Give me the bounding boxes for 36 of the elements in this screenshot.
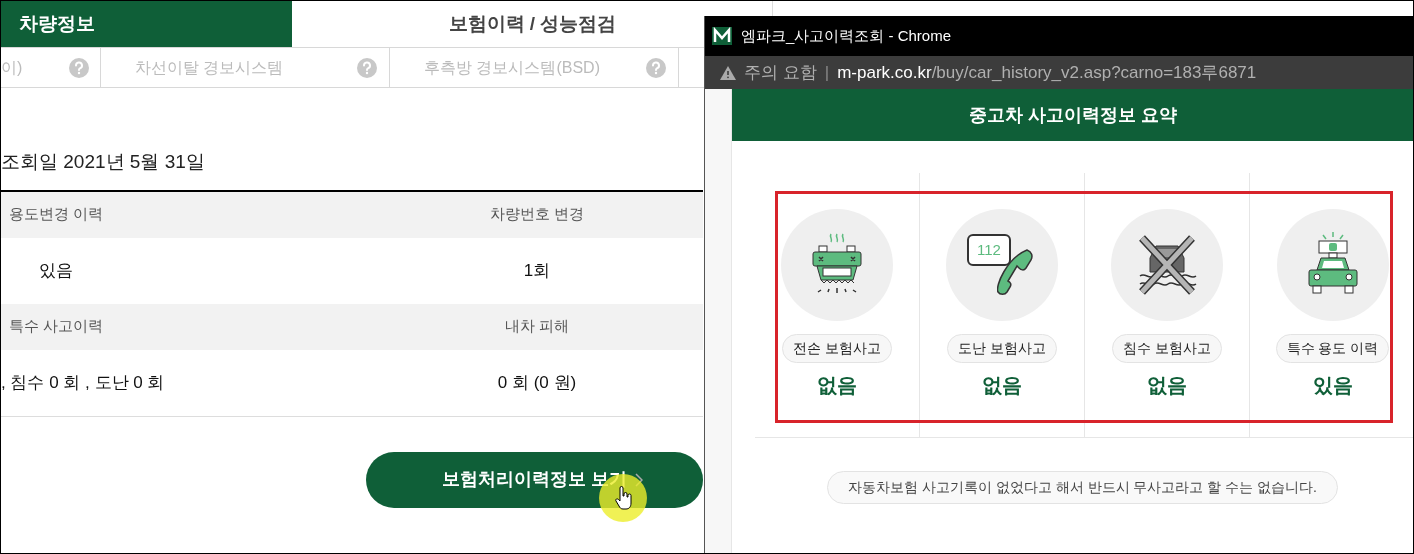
separator: | (824, 61, 830, 84)
help-icon[interactable] (69, 57, 89, 78)
column-header: 특수 사고이력 (9, 317, 104, 335)
category-label: 특수 용도 이력 (1275, 334, 1390, 363)
status-value: 없음 (1147, 373, 1187, 398)
feature-label: 이) (1, 57, 23, 78)
category-label: 침수 보험사고 (1112, 334, 1222, 363)
app-logo-icon (712, 27, 732, 45)
status-value: 없음 (982, 373, 1022, 398)
speech-bubble: 112 (967, 234, 1011, 266)
column-header: 용도변경 이력 (9, 205, 104, 223)
status-value: 있음 (1312, 373, 1353, 398)
help-icon[interactable] (646, 57, 666, 78)
table-cell: 1회 (523, 260, 551, 280)
notice-text: 자동차보험 사고기록이 없었다고 해서 반드시 무사고라고 할 수는 없습니다. (827, 471, 1338, 504)
security-status[interactable]: 주의 요함 (744, 59, 817, 86)
warning-icon (720, 65, 736, 80)
feature-label: 후측방 경보시스템(BSD) (424, 57, 600, 78)
column-header: 차량번호 변경 (489, 205, 585, 223)
table-cell: , 침수 0 회 , 도난 0 회 (1, 372, 165, 392)
status-value: 없음 (817, 373, 857, 398)
table-cell: 0 회 (0 원) (497, 372, 577, 392)
window-title: 엠파크_사고이력조회 - Chrome (741, 25, 952, 46)
hand-cursor-icon (615, 486, 633, 510)
crossed-car-icon (1136, 234, 1198, 296)
table-cell: 있음 (39, 260, 73, 280)
help-icon[interactable] (357, 57, 377, 78)
tab[interactable]: 차량정보 (1, 1, 292, 47)
url-text[interactable]: m-park.co.kr/buy/car_history_v2.asp?carno=183루6871 (837, 59, 1257, 86)
lookup-date: 조회일 2021년 5월 31일 (1, 150, 205, 174)
column-header: 내차 피해 (504, 317, 570, 335)
feature-label: 차선이탈 경보시스템 (135, 57, 284, 78)
category-label: 전손 보험사고 (782, 334, 892, 363)
view-history-button[interactable]: 보험처리이력정보 보기 (366, 451, 703, 508)
category-label: 도난 보험사고 (947, 334, 1057, 363)
summary-title: 중고차 사고이력정보 요약 (969, 103, 1178, 127)
